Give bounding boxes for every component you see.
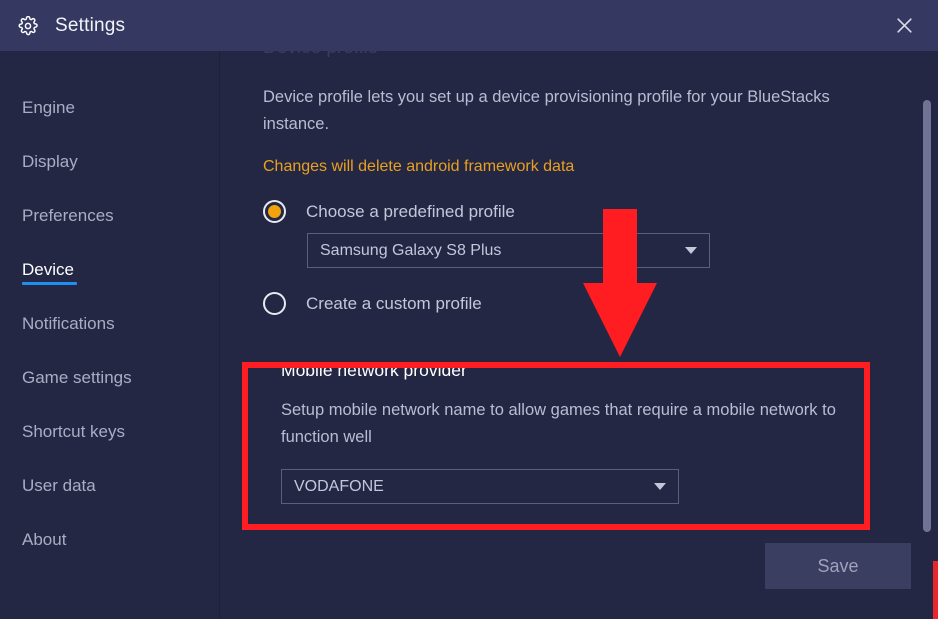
sidebar-item-label: Preferences xyxy=(22,206,114,225)
sidebar-item-label: About xyxy=(22,530,67,549)
sidebar-item-about[interactable]: About xyxy=(0,513,220,567)
radio-label-predefined: Choose a predefined profile xyxy=(306,201,515,221)
sidebar-item-label: Notifications xyxy=(22,314,115,333)
content-scrollbar-thumb[interactable] xyxy=(923,100,931,532)
scrollable-content: Device profile Device profile lets you s… xyxy=(221,51,938,504)
window-titlebar: Settings xyxy=(0,0,938,51)
settings-content-panel: Device profile Device profile lets you s… xyxy=(221,51,938,619)
gear-icon xyxy=(17,15,39,37)
mobile-network-description: Setup mobile network name to allow games… xyxy=(281,401,836,446)
device-profile-select-value: Samsung Galaxy S8 Plus xyxy=(320,241,502,259)
sidebar-item-engine[interactable]: Engine xyxy=(0,81,220,135)
sidebar-item-label: Device xyxy=(22,260,74,279)
save-button-container: Save xyxy=(765,543,911,589)
sidebar-item-label: User data xyxy=(22,476,96,495)
device-profile-description: Device profile lets you set up a device … xyxy=(263,88,830,133)
sidebar-item-label: Shortcut keys xyxy=(22,422,125,441)
chevron-down-icon xyxy=(654,483,666,490)
sidebar-item-label: Engine xyxy=(22,98,75,117)
sidebar-item-device[interactable]: Device xyxy=(0,243,220,297)
sidebar-item-user-data[interactable]: User data xyxy=(0,459,220,513)
window-title: Settings xyxy=(55,14,126,36)
sidebar-item-shortcut-keys[interactable]: Shortcut keys xyxy=(0,405,220,459)
radio-icon-predefined[interactable] xyxy=(263,200,286,223)
mobile-network-section: Mobile network provider Setup mobile net… xyxy=(263,360,938,504)
close-icon[interactable] xyxy=(888,10,920,42)
active-underline xyxy=(22,282,77,285)
radio-label-custom: Create a custom profile xyxy=(306,293,482,313)
chevron-down-icon xyxy=(685,247,697,254)
radio-create-custom-profile[interactable]: Create a custom profile xyxy=(263,292,938,315)
settings-sidebar: Engine Display Preferences Device Notifi… xyxy=(0,51,220,619)
sidebar-item-notifications[interactable]: Notifications xyxy=(0,297,220,351)
sidebar-item-label: Game settings xyxy=(22,368,132,387)
mobile-network-provider-value: VODAFONE xyxy=(294,477,384,495)
content-scrollbar-track[interactable] xyxy=(922,51,932,619)
radio-icon-custom[interactable] xyxy=(263,292,286,315)
device-profile-select[interactable]: Samsung Galaxy S8 Plus xyxy=(307,233,710,268)
device-profile-heading: Device profile xyxy=(263,51,938,67)
sidebar-item-display[interactable]: Display xyxy=(0,135,220,189)
mobile-network-heading: Mobile network provider xyxy=(281,360,467,380)
annotation-edge-fragment xyxy=(933,561,938,619)
sidebar-item-preferences[interactable]: Preferences xyxy=(0,189,220,243)
device-profile-warning: Changes will delete android framework da… xyxy=(263,158,575,175)
sidebar-item-label: Display xyxy=(22,152,78,171)
settings-window: Settings Engine Display Preferences Devi… xyxy=(0,0,938,619)
radio-choose-predefined-profile[interactable]: Choose a predefined profile xyxy=(263,200,938,223)
mobile-network-provider-select[interactable]: VODAFONE xyxy=(281,469,679,504)
save-button[interactable]: Save xyxy=(765,543,911,589)
sidebar-item-game-settings[interactable]: Game settings xyxy=(0,351,220,405)
